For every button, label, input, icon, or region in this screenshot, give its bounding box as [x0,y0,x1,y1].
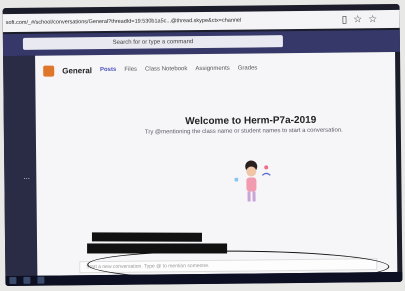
tab-grades[interactable]: Grades [238,65,258,71]
more-apps-icon[interactable]: ... [23,172,30,181]
tab-posts[interactable]: Posts [100,67,116,73]
tab-files[interactable]: Files [124,67,137,73]
search-input[interactable]: Search for or type a command [22,35,283,50]
tab-assignments[interactable]: Assignments [195,66,229,72]
welcome-illustration [234,160,271,202]
url-text[interactable]: soft.com/_#/school/conversations/General… [6,17,336,26]
redaction-bar [91,232,202,242]
app-icon[interactable] [37,276,45,284]
photo-background: soft.com/_#/school/conversations/General… [0,0,405,291]
team-avatar [43,65,55,77]
monitor-screen: soft.com/_#/school/conversations/General… [2,3,403,287]
welcome-hint: Try @mentioning the class name or studen… [144,127,343,136]
app-rail: ... [3,55,38,277]
reader-icon[interactable]: ▯ [342,14,348,25]
channel-name: General [62,65,93,75]
browser-address-bar[interactable]: soft.com/_#/school/conversations/General… [2,9,400,33]
app-icon[interactable] [23,276,31,284]
start-icon[interactable] [9,276,17,285]
tab-class-notebook[interactable]: Class Notebook [145,66,187,72]
favorites-icon[interactable]: ☆ [368,14,377,25]
channel-header: General Posts Files Class Notebook Assig… [35,56,395,82]
welcome-title: Welcome to Herm-P7a-2019 [185,114,317,128]
channel-view: General Posts Files Class Notebook Assig… [35,51,398,282]
star-icon[interactable]: ☆ [353,14,362,25]
